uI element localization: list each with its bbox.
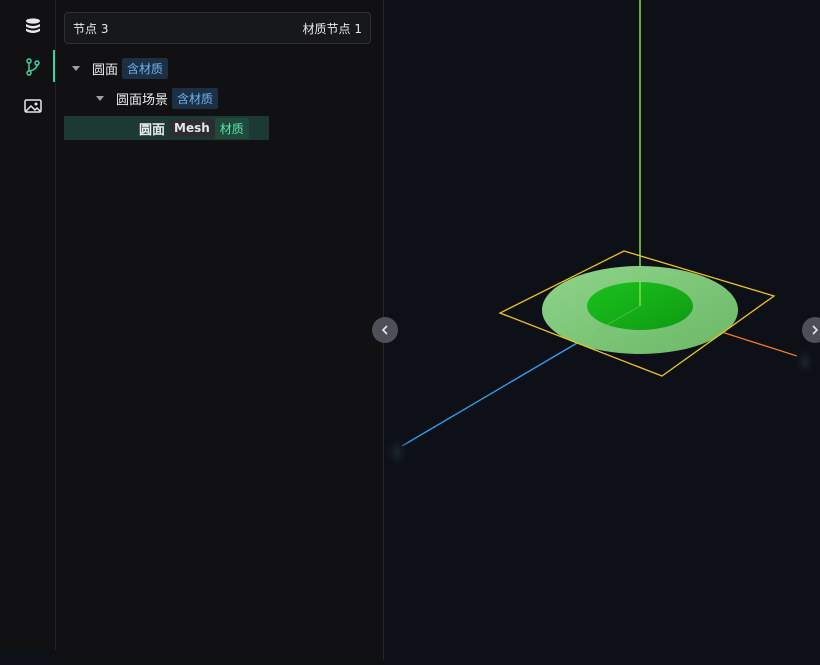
icon-rail [0,0,56,650]
expand-caret-icon[interactable] [72,65,80,71]
breadcrumb-material-node[interactable]: 材质节点 1 [303,20,362,37]
chevron-left-icon [381,325,388,335]
breadcrumb[interactable]: 节点 3 材质节点 1 [64,12,371,44]
branch-icon [26,58,40,76]
chevron-right-icon [812,325,819,335]
mesh-type-badge: Mesh [169,119,215,137]
tree-item-label: 圆面 [139,122,166,138]
breadcrumb-node[interactable]: 节点 3 [73,20,108,37]
3d-viewport[interactable] [372,0,820,665]
tree-item-label: 圆面场景 [116,92,169,108]
tree-item-label: 圆面 [92,62,119,78]
expand-caret-icon[interactable] [96,95,104,101]
tree-item-child[interactable]: 圆面场景 含材质 [96,87,219,109]
material-badge: 含材质 [122,57,169,79]
active-tab-indicator [53,50,55,82]
image-icon [24,99,42,113]
viewport-scene[interactable] [383,0,820,665]
tree-item-leaf[interactable]: 圆面 Mesh 材质 [139,117,249,139]
material-badge[interactable]: 材质 [214,117,249,139]
database-icon [26,18,40,33]
tree-item-root[interactable]: 圆面 含材质 [72,57,169,79]
collapse-panel-button[interactable] [372,317,398,343]
material-badge: 含材质 [172,87,219,109]
database-tab[interactable] [18,12,48,42]
image-tab[interactable] [18,91,48,121]
scene-tree-panel: 节点 3 材质节点 1 圆面 含材质 圆面场景 含材质 圆面 Mesh 材质 [56,0,384,660]
scene-tree-tab[interactable] [18,52,48,82]
